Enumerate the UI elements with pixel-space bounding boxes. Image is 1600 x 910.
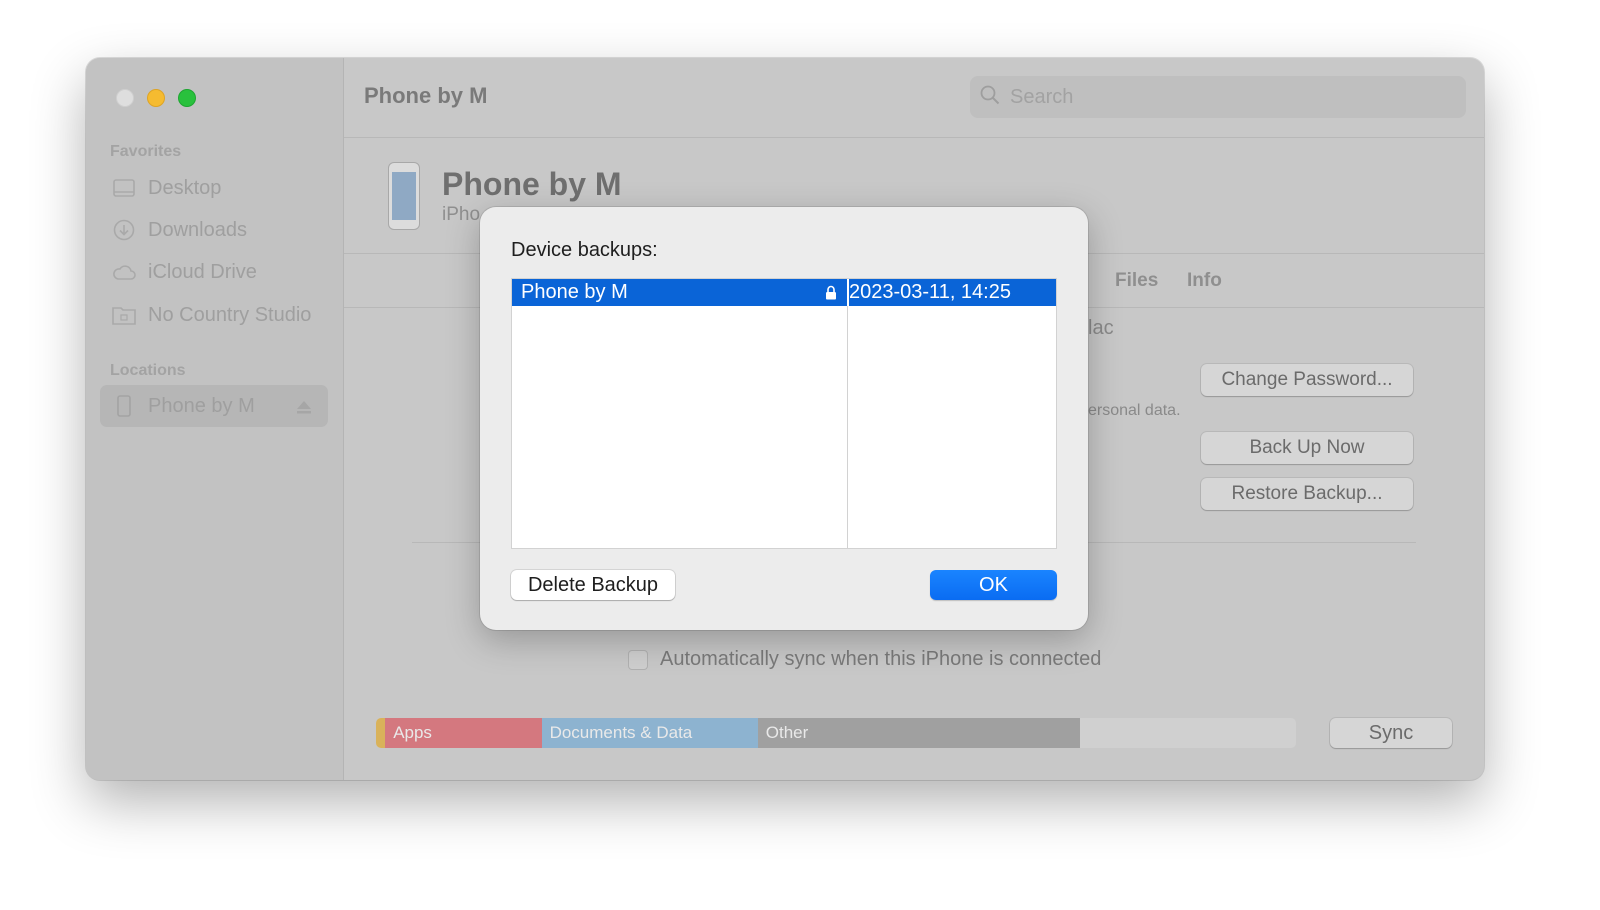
dialog-title: Device backups:	[511, 239, 658, 261]
change-password-button[interactable]: Change Password...	[1201, 364, 1413, 396]
device-backups-dialog: Device backups: Phone by M 2023-03-11, 1…	[480, 207, 1088, 630]
desktop-icon	[112, 176, 136, 200]
close-window-button[interactable]	[116, 89, 134, 107]
sidebar-item-label: Downloads	[148, 218, 247, 241]
storage-segment: Documents & Data	[541, 718, 758, 748]
back-up-now-button[interactable]: Back Up Now	[1201, 432, 1413, 464]
lock-icon	[825, 285, 837, 305]
auto-sync-row: Automatically sync when this iPhone is c…	[628, 648, 1101, 671]
sidebar-item-label: Desktop	[148, 176, 222, 199]
sidebar-item-downloads[interactable]: Downloads	[100, 209, 328, 251]
sidebar-item-icloud-drive[interactable]: iCloud Drive	[100, 251, 328, 293]
sidebar: Favorites Desktop Downloads iCloud Drive…	[86, 58, 344, 780]
backup-name: Phone by M	[521, 281, 628, 303]
eject-icon[interactable]	[296, 397, 312, 420]
downloads-icon	[112, 218, 136, 242]
ok-button[interactable]: OK	[930, 570, 1057, 600]
sidebar-item-phone-by-m[interactable]: Phone by M	[100, 385, 328, 427]
locations-header: Locations	[110, 362, 186, 379]
sidebar-item-label: No Country Studio	[148, 303, 312, 326]
search-placeholder: Search	[1010, 85, 1074, 108]
personal-data-text: ersonal data.	[1088, 402, 1181, 419]
window-controls	[116, 89, 196, 107]
sync-button[interactable]: Sync	[1330, 718, 1452, 748]
zoom-window-button[interactable]	[178, 89, 196, 107]
storage-segment: Apps	[385, 718, 542, 748]
device-subtitle: iPho	[442, 204, 481, 225]
iphone-image-icon	[388, 162, 420, 230]
toolbar: Phone by M Search	[344, 58, 1484, 138]
storage-bar: Apps Documents & Data Other	[376, 718, 1296, 748]
auto-sync-checkbox[interactable]	[628, 649, 648, 670]
window-title: Phone by M	[364, 83, 488, 108]
storage-segment: Other	[757, 718, 1080, 748]
favorites-header: Favorites	[110, 143, 182, 160]
device-name: Phone by M	[442, 166, 622, 202]
folder-icon	[112, 303, 136, 327]
icloud-icon	[112, 260, 136, 284]
backup-date: 2023-03-11, 14:25	[849, 281, 1011, 303]
minimize-window-button[interactable]	[147, 89, 165, 107]
tab-info[interactable]: Info	[1187, 270, 1222, 292]
iphone-icon	[112, 394, 136, 418]
backup-mac-text: lac	[1088, 317, 1114, 339]
search-field[interactable]: Search	[970, 76, 1466, 118]
delete-backup-button[interactable]: Delete Backup	[511, 570, 675, 600]
sidebar-item-label: Phone by M	[148, 394, 255, 417]
sidebar-item-desktop[interactable]: Desktop	[100, 167, 328, 209]
table-row[interactable]: Phone by M 2023-03-11, 14:25	[512, 279, 1056, 306]
column-separator	[847, 279, 848, 548]
sidebar-item-no-country-studio[interactable]: No Country Studio	[100, 294, 328, 336]
tab-files[interactable]: Files	[1115, 270, 1158, 292]
sidebar-item-label: iCloud Drive	[148, 260, 257, 283]
storage-segment	[376, 718, 386, 748]
backups-table: Phone by M 2023-03-11, 14:25	[511, 278, 1057, 549]
auto-sync-label: Automatically sync when this iPhone is c…	[660, 648, 1102, 670]
restore-backup-button[interactable]: Restore Backup...	[1201, 478, 1413, 510]
search-icon	[980, 85, 1000, 110]
